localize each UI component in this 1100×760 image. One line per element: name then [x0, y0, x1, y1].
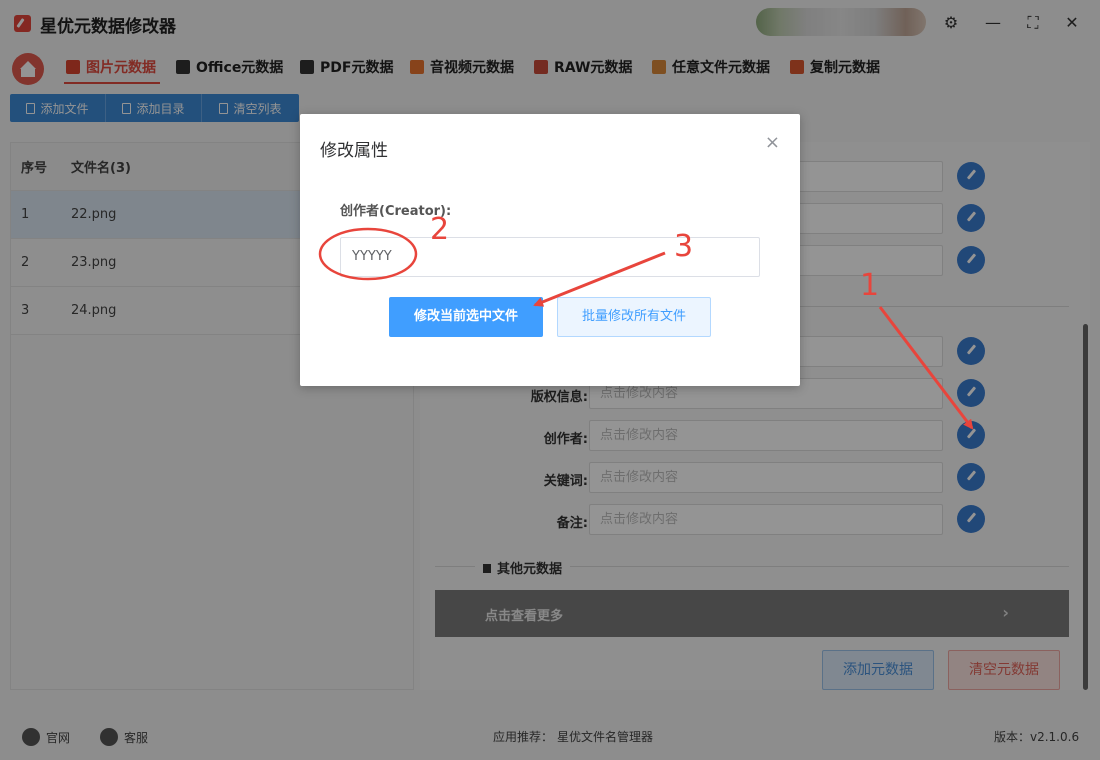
arrow-to-modify-button — [533, 251, 666, 307]
annotation-number: 3 — [674, 229, 694, 264]
highlight-circle — [318, 227, 418, 281]
arrow-to-edit-button — [878, 306, 974, 430]
annotation-number: 1 — [860, 268, 880, 303]
annotation-arrows — [318, 227, 974, 430]
annotation-number: 2 — [430, 212, 450, 247]
